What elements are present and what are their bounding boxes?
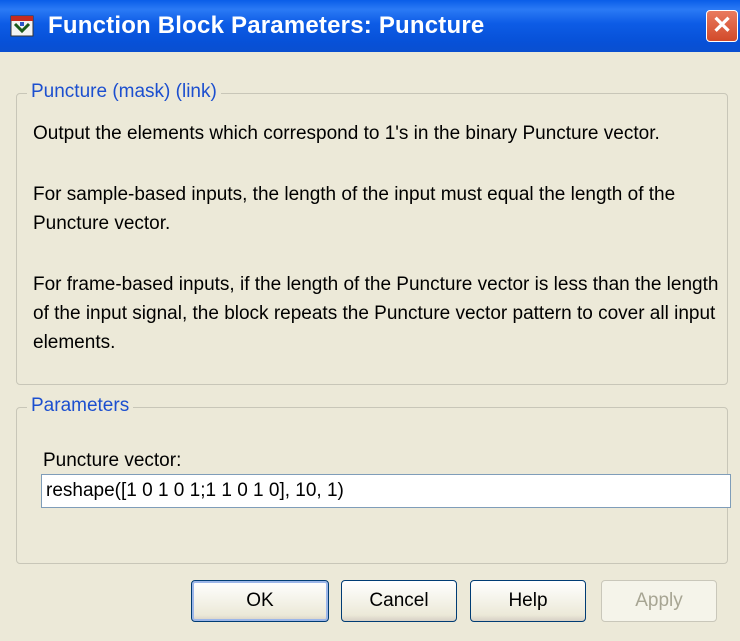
description-group: Puncture (mask) (link) Output the elemen… xyxy=(16,80,728,385)
parameters-group: Parameters Puncture vector: xyxy=(16,394,731,564)
window-title: Function Block Parameters: Puncture xyxy=(48,12,485,39)
description-group-title: Puncture (mask) (link) xyxy=(27,80,221,104)
puncture-vector-input[interactable] xyxy=(41,474,731,508)
parameters-group-title: Parameters xyxy=(27,394,134,418)
cancel-button[interactable]: Cancel xyxy=(341,580,457,622)
ok-button[interactable]: OK xyxy=(191,580,329,622)
close-icon: ✕ xyxy=(711,12,733,39)
apply-button: Apply xyxy=(601,580,717,622)
description-paragraph-3: For frame-based inputs, if the length of… xyxy=(33,274,719,353)
description-paragraph-2: For sample-based inputs, the length of t… xyxy=(33,184,676,234)
help-button[interactable]: Help xyxy=(470,580,586,622)
puncture-vector-label: Puncture vector: xyxy=(43,450,182,471)
close-button[interactable]: ✕ xyxy=(706,10,738,42)
simulink-icon xyxy=(10,15,34,37)
title-bar[interactable]: Function Block Parameters: Puncture ✕ xyxy=(0,0,740,52)
description-paragraph-1: Output the elements which correspond to … xyxy=(33,123,660,144)
